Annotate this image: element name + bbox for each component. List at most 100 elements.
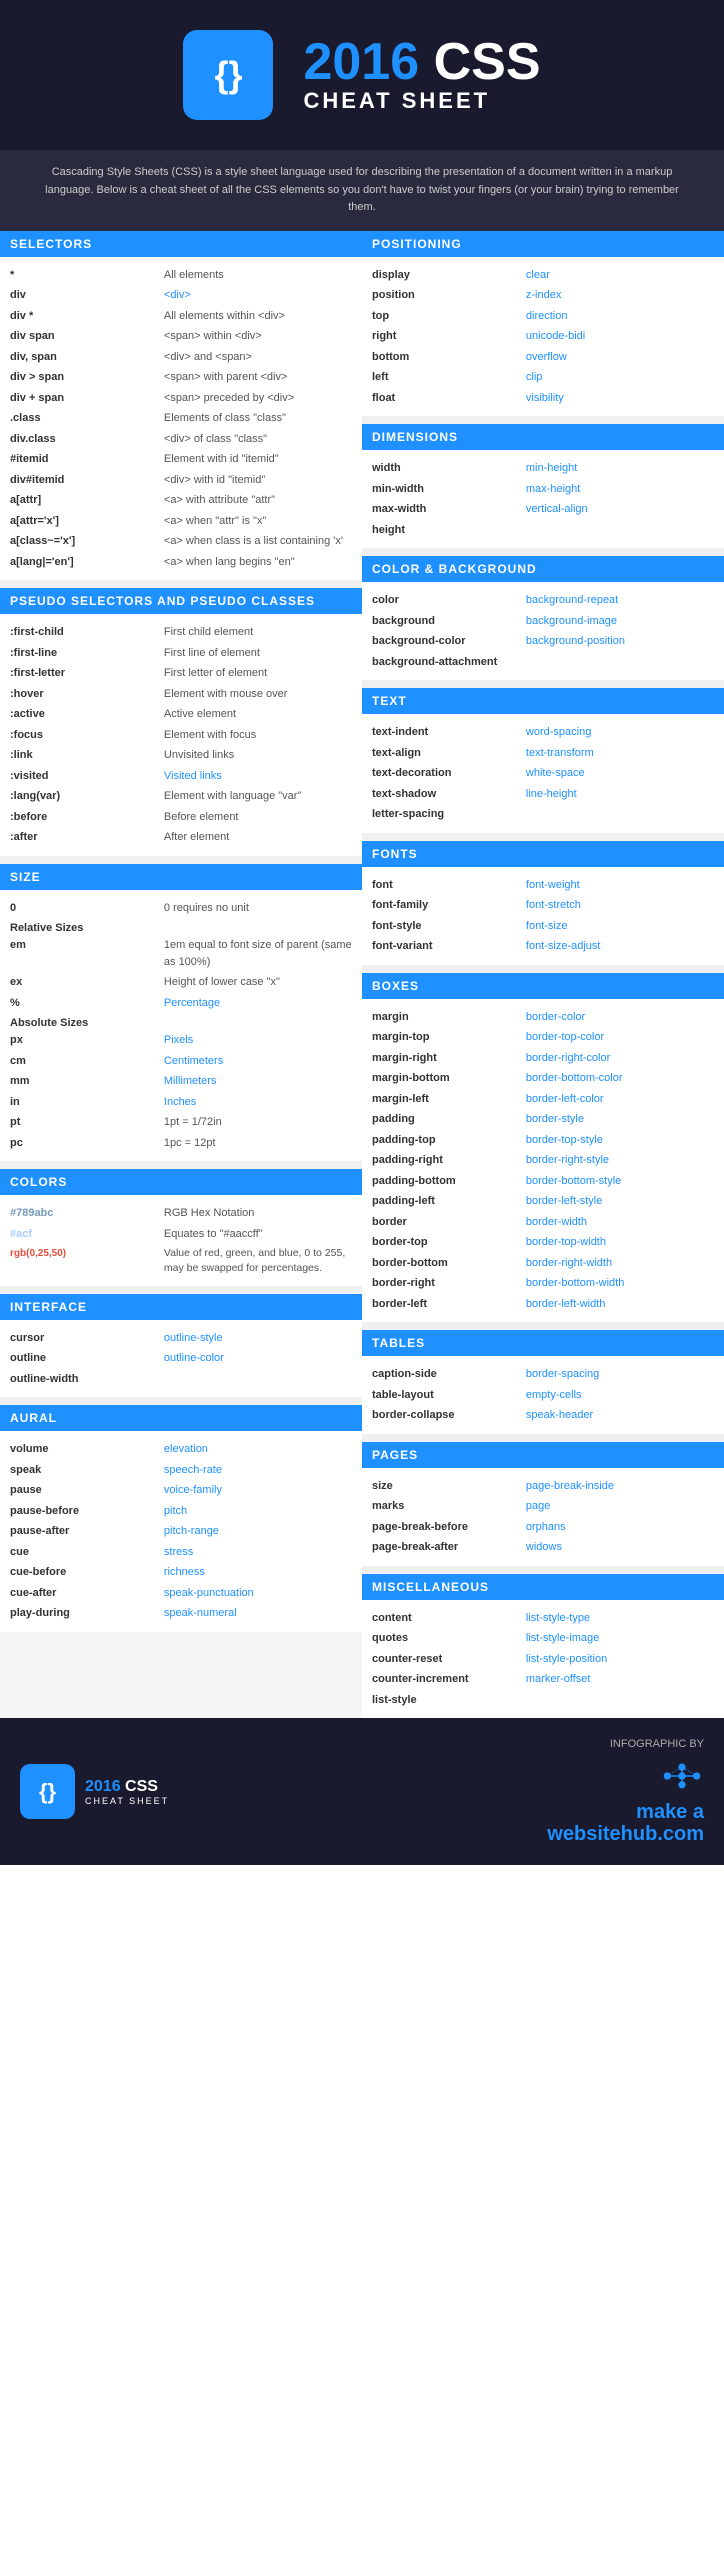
miscellaneous-header: MISCELLANEOUS bbox=[362, 1574, 724, 1600]
list-item: 0 0 requires no unit bbox=[10, 898, 352, 919]
list-item: pause-after pitch-range bbox=[10, 1521, 352, 1542]
list-item: % Percentage bbox=[10, 993, 352, 1014]
list-item: a[class~='x'] <a> when class is a list c… bbox=[10, 531, 352, 552]
list-item: background-attachment bbox=[372, 652, 714, 673]
list-item: caption-side border-spacing bbox=[372, 1364, 714, 1385]
list-item: counter-reset list-style-position bbox=[372, 1649, 714, 1670]
list-item: margin-top border-top-color bbox=[372, 1027, 714, 1048]
color-background-body: color background-repeat background backg… bbox=[362, 582, 724, 680]
footer-right: INFOGRAPHIC BY make a websitehub.com bbox=[547, 1738, 704, 1845]
list-item: outline-width bbox=[10, 1369, 352, 1390]
pseudo-body: :first-child First child element :first-… bbox=[0, 614, 362, 856]
header-logo-icon: {} bbox=[183, 30, 273, 120]
list-item: border-top border-top-width bbox=[372, 1232, 714, 1253]
relative-sizes-label: Relative Sizes bbox=[10, 918, 352, 935]
pseudo-header: PSEUDO SELECTORS AND PSEUDO CLASSES bbox=[0, 588, 362, 614]
list-item: a[attr='x'] <a> when "attr" is "x" bbox=[10, 511, 352, 532]
footer-title: 2016 CSS bbox=[85, 1778, 169, 1796]
footer-cheatsheet: CHEAT SHEET bbox=[85, 1796, 169, 1806]
list-item: :visited Visited links bbox=[10, 766, 352, 787]
fonts-body: font font-weight font-family font-stretc… bbox=[362, 867, 724, 965]
list-item: left clip bbox=[372, 367, 714, 388]
list-item: content list-style-type bbox=[372, 1608, 714, 1629]
list-item: pc 1pc = 12pt bbox=[10, 1133, 352, 1154]
list-item: size page-break-inside bbox=[372, 1476, 714, 1497]
list-item: font-family font-stretch bbox=[372, 895, 714, 916]
positioning-section: POSITIONING display clear position z-ind… bbox=[362, 231, 724, 417]
list-item: font font-weight bbox=[372, 875, 714, 896]
list-item: * All elements bbox=[10, 265, 352, 286]
footer-logo-text-block: 2016 CSS CHEAT SHEET bbox=[85, 1778, 169, 1806]
list-item: margin-bottom border-bottom-color bbox=[372, 1068, 714, 1089]
list-item: font-variant font-size-adjust bbox=[372, 936, 714, 957]
tables-header: TABLES bbox=[362, 1330, 724, 1356]
header-text: 2016 CSS CHEAT SHEET bbox=[303, 36, 540, 114]
list-item: #itemid Element with id "itemid" bbox=[10, 449, 352, 470]
list-item: a[lang|='en'] <a> when lang begins "en" bbox=[10, 552, 352, 573]
fonts-section: FONTS font font-weight font-family font-… bbox=[362, 841, 724, 965]
header-year: 2016 bbox=[303, 33, 419, 91]
list-item: border-collapse speak-header bbox=[372, 1405, 714, 1426]
footer-logo-symbol: {} bbox=[39, 1779, 56, 1805]
selectors-body: * All elements div <div> div * All eleme… bbox=[0, 257, 362, 581]
list-item: quotes list-style-image bbox=[372, 1628, 714, 1649]
footer-site: websitehub.com bbox=[547, 1823, 704, 1845]
footer-logo: {} 2016 CSS CHEAT SHEET bbox=[20, 1764, 169, 1819]
list-item: :first-line First line of element bbox=[10, 643, 352, 664]
header-title: 2016 CSS bbox=[303, 36, 540, 88]
list-item: text-decoration white-space bbox=[372, 763, 714, 784]
positioning-header: POSITIONING bbox=[362, 231, 724, 257]
list-item: list-style bbox=[372, 1690, 714, 1711]
list-item: counter-increment marker-offset bbox=[372, 1669, 714, 1690]
positioning-body: display clear position z-index top direc… bbox=[362, 257, 724, 417]
list-item: div * All elements within <div> bbox=[10, 306, 352, 327]
list-item: div <div> bbox=[10, 285, 352, 306]
list-item: margin border-color bbox=[372, 1007, 714, 1028]
list-item: height bbox=[372, 520, 714, 541]
logo-symbol: {} bbox=[214, 54, 242, 96]
interface-header: INTERFACE bbox=[0, 1294, 362, 1320]
list-item: ex Height of lower case "x" bbox=[10, 972, 352, 993]
infographic-by-label: INFOGRAPHIC BY bbox=[547, 1738, 704, 1750]
text-section: TEXT text-indent word-spacing text-align… bbox=[362, 688, 724, 833]
list-item: color background-repeat bbox=[372, 590, 714, 611]
list-item: text-align text-transform bbox=[372, 743, 714, 764]
list-item: .class Elements of class "class" bbox=[10, 408, 352, 429]
text-header: TEXT bbox=[362, 688, 724, 714]
header-css: CSS bbox=[434, 33, 541, 91]
list-item: width min-height bbox=[372, 458, 714, 479]
footer: {} 2016 CSS CHEAT SHEET INFOGRAPHIC BY bbox=[0, 1718, 724, 1865]
colors-body: #789abc RGB Hex Notation #acf Equates to… bbox=[0, 1195, 362, 1285]
list-item: :after After element bbox=[10, 827, 352, 848]
colors-header: COLORS bbox=[0, 1169, 362, 1195]
footer-year: 2016 bbox=[85, 1778, 121, 1795]
list-item: em 1em equal to font size of parent (sam… bbox=[10, 935, 352, 972]
list-item: padding-top border-top-style bbox=[372, 1130, 714, 1151]
miscellaneous-section: MISCELLANEOUS content list-style-type qu… bbox=[362, 1574, 724, 1719]
list-item: pt 1pt = 1/72in bbox=[10, 1112, 352, 1133]
hub-icon bbox=[660, 1754, 704, 1798]
right-column: POSITIONING display clear position z-ind… bbox=[362, 231, 724, 1719]
list-item: marks page bbox=[372, 1496, 714, 1517]
size-body: 0 0 requires no unit Relative Sizes em 1… bbox=[0, 890, 362, 1162]
pseudo-section: PSEUDO SELECTORS AND PSEUDO CLASSES :fir… bbox=[0, 588, 362, 856]
list-item: margin-right border-right-color bbox=[372, 1048, 714, 1069]
aural-body: volume elevation speak speech-rate pause… bbox=[0, 1431, 362, 1632]
list-item: bottom overflow bbox=[372, 347, 714, 368]
selectors-header: SELECTORS bbox=[0, 231, 362, 257]
list-item: div.class <div> of class "class" bbox=[10, 429, 352, 450]
pages-header: PAGES bbox=[362, 1442, 724, 1468]
list-item: :before Before element bbox=[10, 807, 352, 828]
size-header: SIZE bbox=[0, 864, 362, 890]
list-item: right unicode-bidi bbox=[372, 326, 714, 347]
footer-css: CSS bbox=[125, 1778, 158, 1795]
boxes-body: margin border-color margin-top border-to… bbox=[362, 999, 724, 1323]
list-item: table-layout empty-cells bbox=[372, 1385, 714, 1406]
selectors-section: SELECTORS * All elements div <div> div *… bbox=[0, 231, 362, 581]
list-item: pause voice-family bbox=[10, 1480, 352, 1501]
header: {} 2016 CSS CHEAT SHEET bbox=[0, 0, 724, 150]
list-item: play-during speak-numeral bbox=[10, 1603, 352, 1624]
list-item: font-style font-size bbox=[372, 916, 714, 937]
list-item: a[attr] <a> with attribute "attr" bbox=[10, 490, 352, 511]
list-item: min-width max-height bbox=[372, 479, 714, 500]
